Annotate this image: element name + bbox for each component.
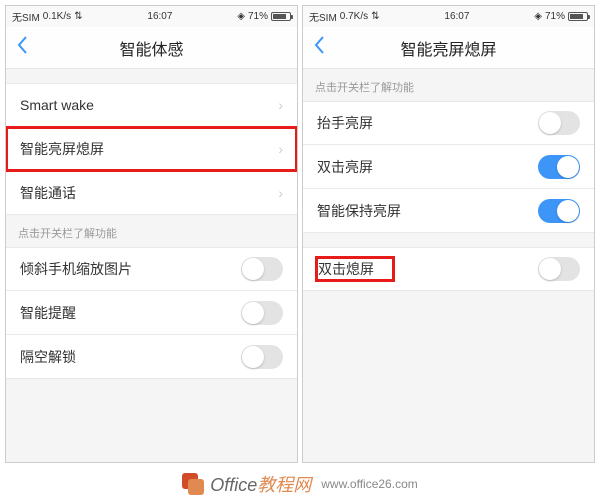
section-header: 点击开关栏了解功能 — [6, 215, 297, 247]
settings-row[interactable]: 智能保持亮屏 — [303, 189, 594, 233]
net-speed: 0.1K/s — [43, 11, 71, 22]
settings-row[interactable]: 隔空解锁 — [6, 335, 297, 379]
back-button[interactable] — [313, 35, 325, 61]
settings-row[interactable]: 智能通话 › — [6, 171, 297, 215]
page-title: 智能体感 — [6, 36, 297, 60]
content-area: 点击开关栏了解功能 抬手亮屏双击亮屏智能保持亮屏 双击熄屏 — [303, 69, 594, 462]
toggle-switch[interactable] — [538, 199, 580, 223]
toggle-switch[interactable] — [538, 111, 580, 135]
toggle-knob — [242, 258, 264, 280]
clock: 16:07 — [444, 11, 469, 22]
sim-status: 无SIM — [309, 9, 337, 24]
settings-row[interactable]: 抬手亮屏 — [303, 101, 594, 145]
logo-icon — [182, 473, 204, 495]
row-label: 双击熄屏 — [317, 256, 395, 282]
row-label: 智能保持亮屏 — [317, 201, 401, 221]
toggle-knob — [557, 200, 579, 222]
page-title: 智能亮屏熄屏 — [303, 36, 594, 60]
status-bar: 无SIM 0.7K/s ⇅ 16:07 ◈ 71% — [303, 6, 594, 27]
toggle-knob — [539, 258, 561, 280]
battery-pct: 71% — [248, 11, 268, 22]
toggle-switch[interactable] — [538, 155, 580, 179]
chevron-right-icon: › — [278, 141, 283, 157]
back-button[interactable] — [16, 35, 28, 61]
settings-row[interactable]: 双击亮屏 — [303, 145, 594, 189]
settings-row[interactable]: 智能提醒 — [6, 291, 297, 335]
toggle-switch[interactable] — [241, 257, 283, 281]
upload-icon: ⇅ — [74, 11, 82, 22]
settings-row[interactable]: 双击熄屏 — [303, 247, 594, 291]
toggle-knob — [539, 112, 561, 134]
content-area: Smart wake › 智能亮屏熄屏 › 智能通话 › 点击开关栏了解功能 倾斜手机缩放… — [6, 69, 297, 462]
row-label: 智能提醒 — [20, 303, 76, 323]
net-speed: 0.7K/s — [340, 11, 368, 22]
toggle-knob — [242, 302, 264, 324]
settings-row[interactable]: Smart wake › — [6, 83, 297, 127]
toggle-switch[interactable] — [538, 257, 580, 281]
phone-left: 无SIM 0.1K/s ⇅ 16:07 ◈ 71% 智能体感 Smart wak… — [5, 5, 298, 463]
toggle-knob — [557, 156, 579, 178]
clock: 16:07 — [147, 11, 172, 22]
row-label: 倾斜手机缩放图片 — [20, 259, 132, 279]
toggle-knob — [242, 346, 264, 368]
row-label: 抬手亮屏 — [317, 113, 373, 133]
status-bar: 无SIM 0.1K/s ⇅ 16:07 ◈ 71% — [6, 6, 297, 27]
chevron-left-icon — [313, 35, 325, 55]
battery-icon — [271, 12, 291, 21]
settings-row[interactable]: 智能亮屏熄屏 › — [6, 127, 297, 171]
chevron-left-icon — [16, 35, 28, 55]
nav-bar: 智能亮屏熄屏 — [303, 27, 594, 69]
settings-row[interactable]: 倾斜手机缩放图片 — [6, 247, 297, 291]
row-label: 双击亮屏 — [317, 157, 373, 177]
section-header: 点击开关栏了解功能 — [303, 69, 594, 101]
toggle-switch[interactable] — [241, 301, 283, 325]
chevron-right-icon: › — [278, 185, 283, 201]
row-label: Smart wake — [20, 97, 94, 113]
nav-bar: 智能体感 — [6, 27, 297, 69]
row-label: 智能通话 — [20, 183, 76, 203]
upload-icon: ⇅ — [371, 11, 379, 22]
watermark: Office教程网 www.office26.com — [0, 471, 600, 497]
toggle-switch[interactable] — [241, 345, 283, 369]
brand-text-2: 教程网 — [257, 475, 311, 495]
battery-icon — [568, 12, 588, 21]
wifi-icon: ◈ — [237, 11, 245, 22]
wifi-icon: ◈ — [534, 11, 542, 22]
chevron-right-icon: › — [278, 97, 283, 113]
brand-text-1: Office — [210, 475, 257, 495]
battery-pct: 71% — [545, 11, 565, 22]
row-label: 隔空解锁 — [20, 347, 76, 367]
brand-url: www.office26.com — [321, 477, 418, 491]
sim-status: 无SIM — [12, 9, 40, 24]
phone-right: 无SIM 0.7K/s ⇅ 16:07 ◈ 71% 智能亮屏熄屏 点击开关栏了解… — [302, 5, 595, 463]
row-label: 智能亮屏熄屏 — [20, 139, 104, 159]
